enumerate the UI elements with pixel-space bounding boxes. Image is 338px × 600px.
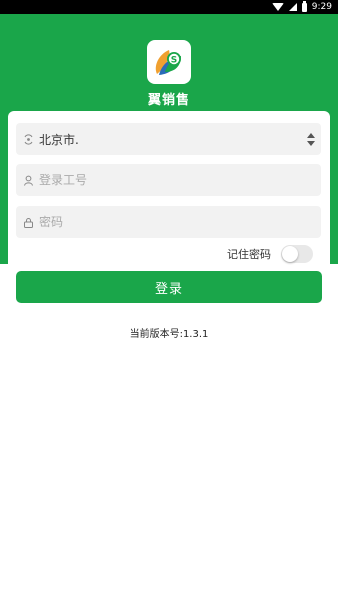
battery-icon xyxy=(301,0,307,12)
password-input[interactable] xyxy=(39,215,279,229)
login-button[interactable]: 登录 xyxy=(16,271,322,303)
version-text: 当前版本号:1.3.1 xyxy=(129,329,209,340)
svg-text:S: S xyxy=(171,56,177,66)
sort-arrows-icon[interactable] xyxy=(307,133,315,146)
username-input[interactable] xyxy=(39,173,279,187)
signal-icon xyxy=(288,3,297,11)
city-value: 北京市. xyxy=(39,132,79,147)
status-time: 9:29 xyxy=(311,2,332,12)
app-logo: S xyxy=(147,40,191,84)
login-card: 北京市. 记住密码 xyxy=(8,111,330,271)
remember-password-toggle[interactable] xyxy=(281,245,313,263)
location-icon xyxy=(21,132,35,146)
remember-password: 记住密码 xyxy=(227,245,313,263)
user-icon xyxy=(21,173,35,187)
status-bar: 9:29 xyxy=(0,0,338,14)
lock-icon xyxy=(21,215,35,229)
username-field[interactable] xyxy=(16,164,321,196)
remember-password-label: 记住密码 xyxy=(227,248,271,261)
wifi-icon xyxy=(271,3,284,11)
city-select[interactable]: 北京市. xyxy=(16,123,321,155)
password-field[interactable] xyxy=(16,206,321,238)
app-name: 翼销售 xyxy=(147,93,190,108)
